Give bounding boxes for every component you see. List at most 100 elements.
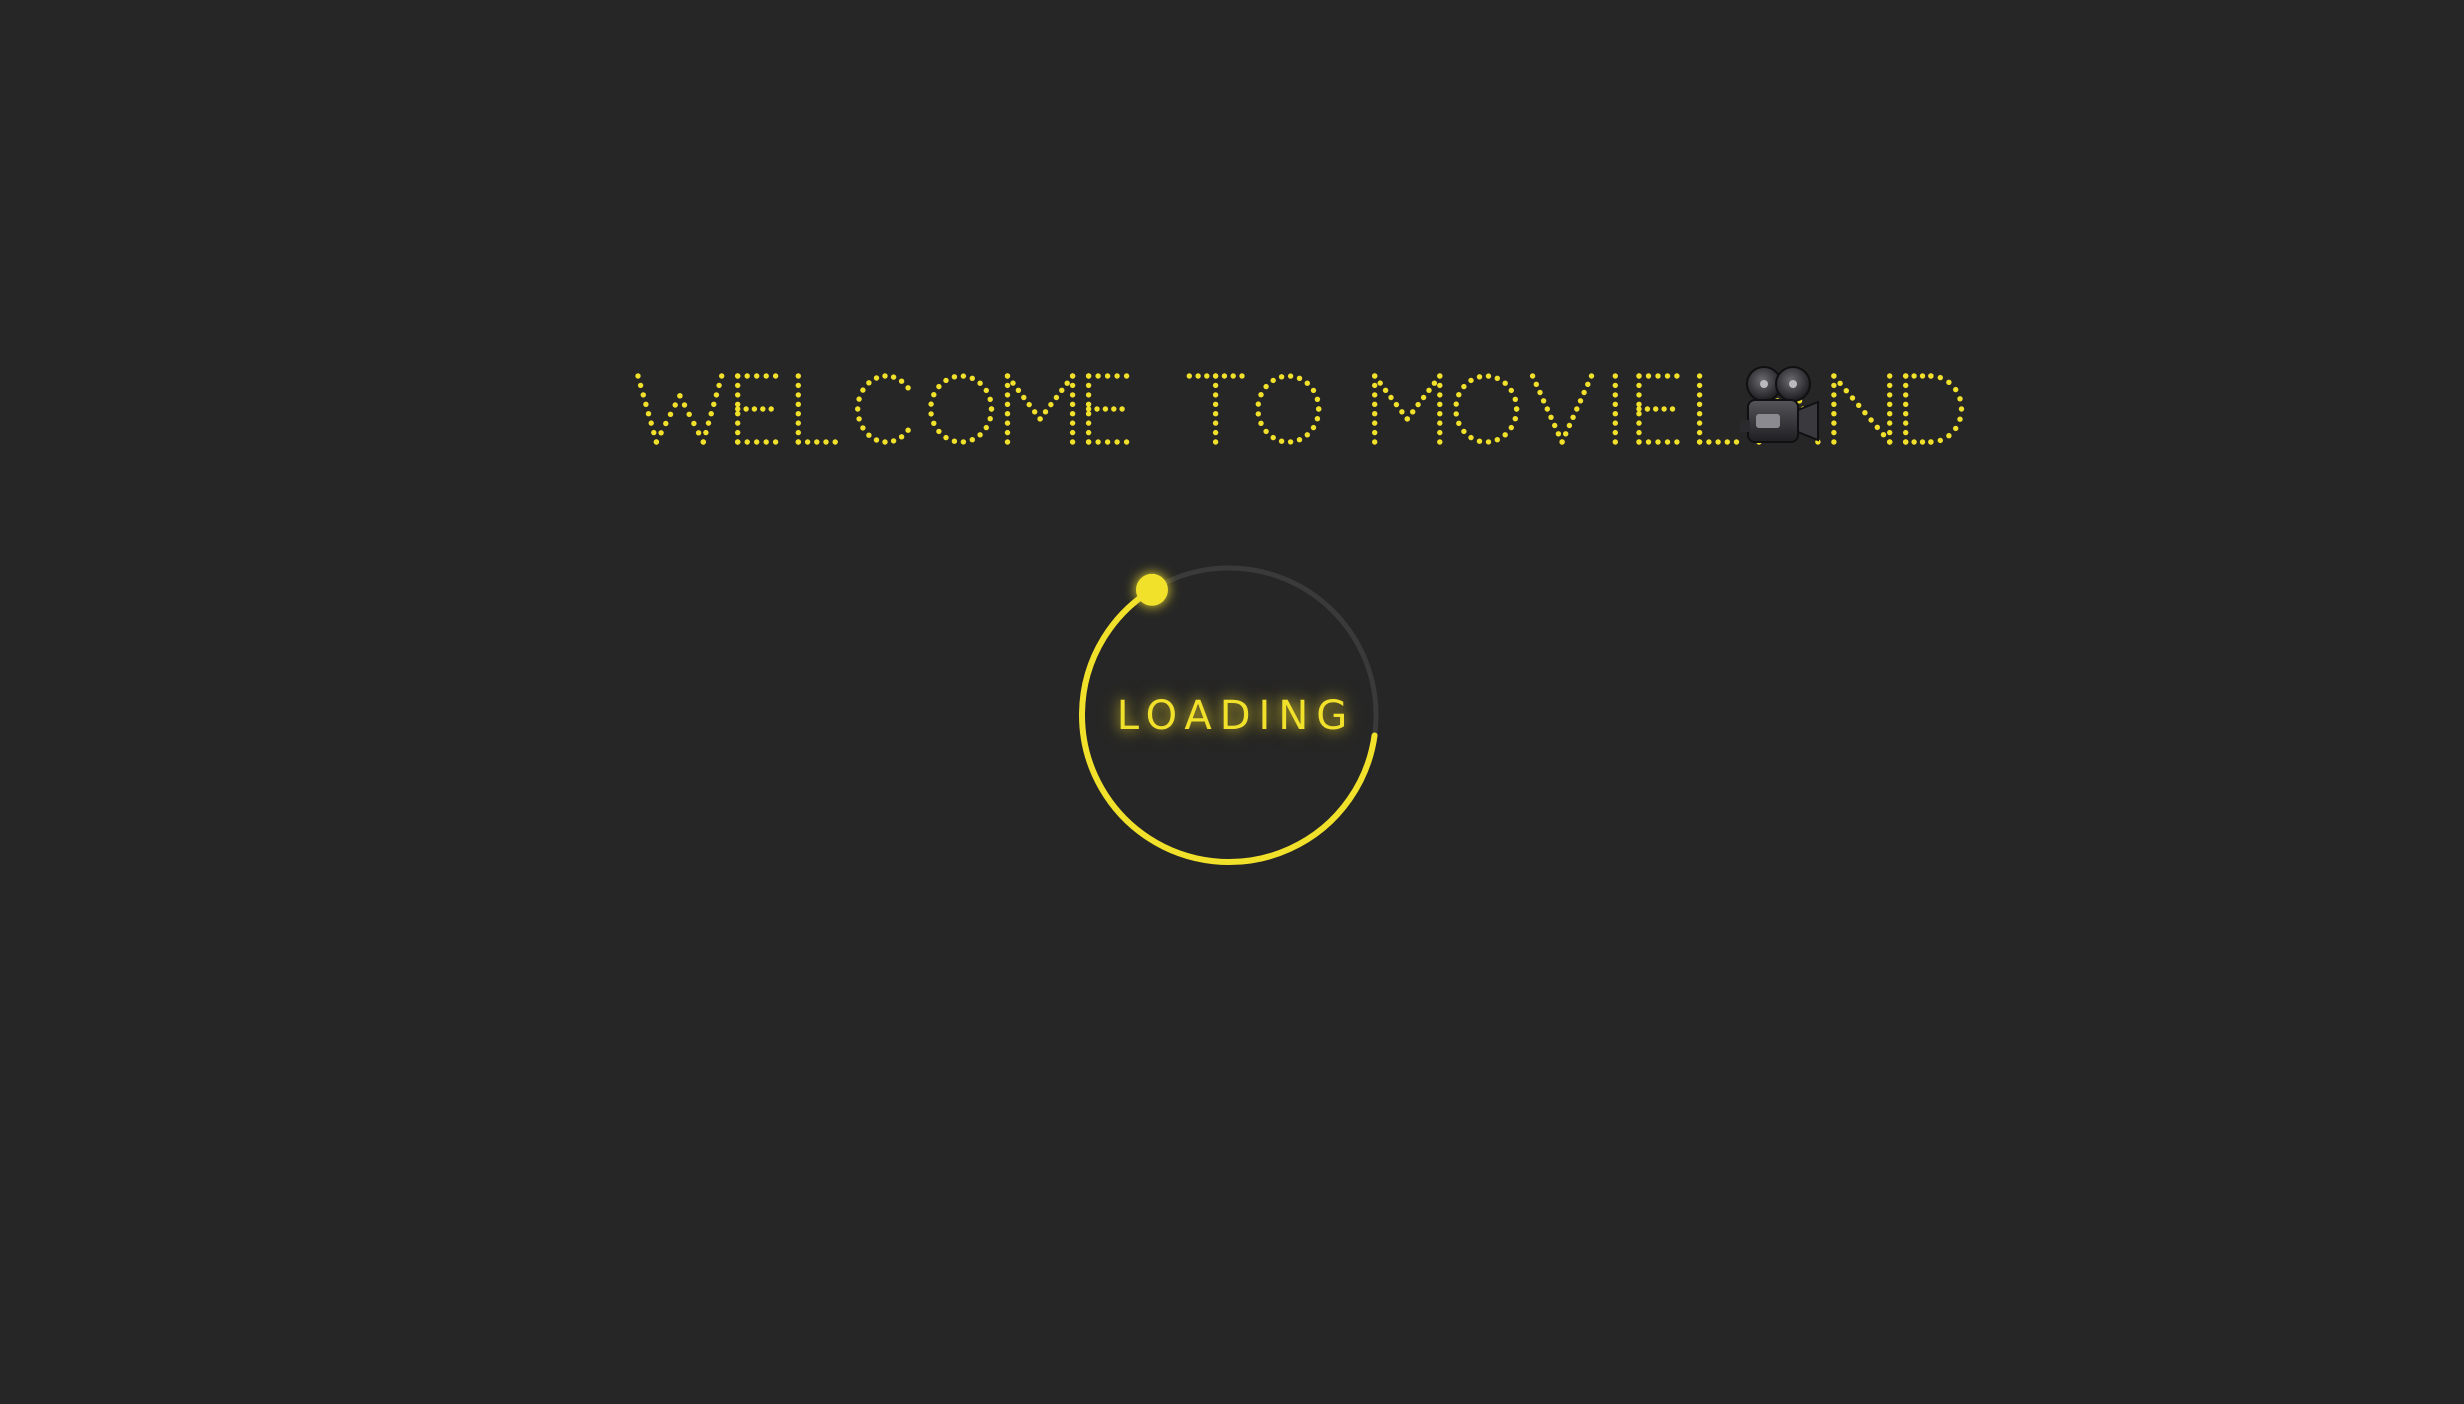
title-dot (1048, 401, 1054, 408)
title-dot (1644, 406, 1651, 412)
title-dot (1195, 373, 1201, 379)
title-dot (1085, 420, 1092, 426)
title-dot (882, 373, 888, 379)
title-dot (1957, 416, 1963, 422)
title-dot (1064, 380, 1070, 386)
title-dot (1953, 425, 1959, 432)
title-dot (700, 439, 706, 445)
title-dot (1021, 394, 1027, 401)
title-dot (943, 434, 949, 441)
title-dot (1645, 439, 1652, 445)
title-dot (1069, 401, 1076, 407)
title-dot (1059, 387, 1065, 393)
title-dot (1831, 429, 1837, 436)
title-dot (1123, 373, 1130, 379)
title-dot (1004, 439, 1011, 445)
title-dot (969, 437, 975, 443)
title-dot (651, 429, 657, 436)
title-dot (1577, 398, 1584, 404)
title-dot (983, 387, 989, 394)
title-dot (754, 439, 760, 445)
title-dot (1095, 373, 1101, 379)
title-dot (719, 373, 725, 379)
title-dot (735, 382, 741, 389)
title-dot (873, 375, 880, 381)
title-dot (1263, 383, 1269, 390)
title-dot (1655, 439, 1661, 445)
title-dot (823, 439, 829, 445)
title-dot (1508, 424, 1514, 431)
title-dot (1476, 438, 1483, 444)
title-dot (1399, 409, 1405, 415)
title-dot (928, 411, 934, 417)
title-dot (1255, 411, 1261, 417)
title-dot (1928, 439, 1934, 445)
title-dot (735, 373, 741, 379)
title-dot (1946, 379, 1952, 385)
title-dot (983, 424, 989, 431)
title-dot (1278, 374, 1285, 380)
title-dot (1085, 373, 1092, 379)
title-dot (856, 416, 862, 422)
title-dot (1903, 420, 1909, 426)
title-dot (1831, 373, 1837, 379)
title-dot (1552, 422, 1558, 429)
title-dot (795, 411, 801, 417)
title-dot (735, 439, 741, 445)
title-dot (1957, 396, 1963, 402)
title-dot (1221, 373, 1228, 379)
loading-spinner: LOADING (1057, 553, 1407, 903)
title-dot (772, 373, 779, 379)
title-dot (713, 392, 720, 398)
title-dot (987, 416, 993, 422)
title-dot (1831, 439, 1837, 445)
title-dot (1537, 389, 1543, 396)
title-dot (1102, 406, 1109, 412)
title-dot (1485, 373, 1492, 379)
title-dot (1724, 439, 1731, 445)
title-dot (735, 401, 741, 407)
title-dot (1085, 429, 1092, 436)
progress-head-dot (1135, 573, 1168, 606)
title-dot (1032, 409, 1038, 415)
title-dot (1715, 439, 1721, 445)
title-dot (866, 380, 872, 386)
title-dot (1612, 420, 1618, 426)
title-dot (1258, 420, 1264, 426)
title-dot (1372, 420, 1378, 426)
title-dot (1911, 373, 1917, 379)
title-dot (1212, 401, 1219, 407)
title-dot (1310, 387, 1317, 394)
title-dot (1903, 373, 1909, 379)
title-dot (743, 406, 749, 412)
title-dot (1123, 439, 1130, 445)
title-dot (735, 420, 741, 426)
title-dot (905, 385, 911, 391)
title-dot (1026, 401, 1032, 408)
title-dot (1612, 373, 1618, 379)
title-dot (1887, 411, 1893, 417)
title-dot (1004, 429, 1011, 436)
title-dot (1410, 409, 1416, 415)
title-dot (890, 374, 897, 380)
title-dot (1887, 429, 1893, 436)
title-dot (1069, 420, 1076, 426)
title-dot (1104, 373, 1111, 379)
title-dot (637, 382, 644, 389)
title-dot (1437, 392, 1443, 398)
title-dot (1004, 401, 1011, 407)
title-dot (1585, 381, 1591, 387)
title-dot (691, 420, 697, 427)
title-dot (1903, 411, 1909, 417)
title-dot (1636, 401, 1642, 407)
title-dot (1212, 373, 1219, 379)
title-dot (1696, 392, 1703, 398)
title-dot (760, 406, 766, 412)
title-dot (1437, 411, 1443, 417)
title-dot (1094, 406, 1100, 412)
title-dot (686, 411, 692, 417)
title-dot (1420, 394, 1427, 401)
title-dot (1706, 439, 1712, 445)
title-dot (1661, 406, 1667, 412)
title-dot (1461, 428, 1467, 435)
